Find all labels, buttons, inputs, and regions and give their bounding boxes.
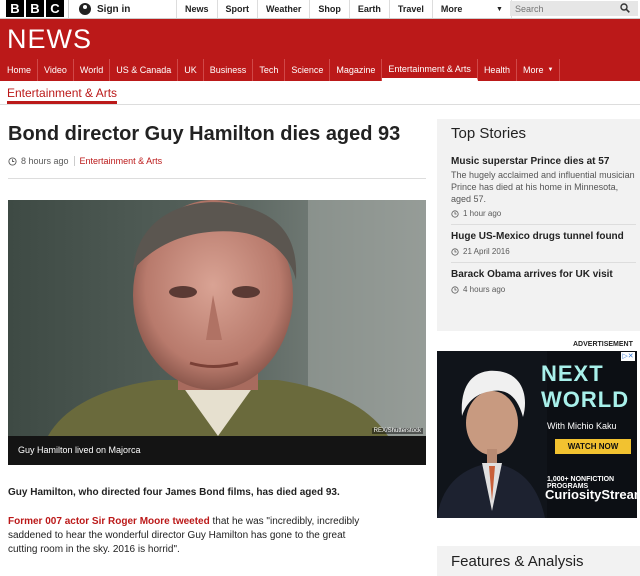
news-logo[interactable]: NEWS [7,24,92,55]
story-item[interactable]: Barack Obama arrives for UK visit 4 hour… [451,268,636,294]
ad-title-line2: WORLD [541,387,630,412]
topnav-sport[interactable]: Sport [216,0,258,18]
chevron-down-icon: ▼ [547,67,554,73]
main-nav: Home Video World US & Canada UK Business… [0,59,561,81]
features-analysis: Features & Analysis [437,546,640,576]
bbc-logo-letter: C [46,0,64,17]
article-section-link[interactable]: Entertainment & Arts [80,156,163,166]
top-stories: Top Stories Music superstar Prince dies … [437,119,640,331]
divider [0,104,640,105]
nav-magazine[interactable]: Magazine [330,59,383,81]
article-photo: REX/Shutterstock [8,200,426,436]
bbc-logo[interactable]: B B C [6,0,64,18]
nav-entertainment-arts[interactable]: Entertainment & Arts [382,59,478,81]
tweet-link[interactable]: Former 007 actor Sir Roger Moore tweeted [8,516,210,527]
bbc-logo-letter: B [6,0,24,17]
story-time-label: 1 hour ago [463,209,502,218]
news-header: NEWS Home Video World US & Canada UK Bus… [0,19,640,81]
top-bar: B B C Sign in News Sport Weather Shop Ea… [0,0,640,19]
ad-host: With Michio Kaku [547,421,617,431]
search-icon[interactable] [620,3,630,13]
article-headline: Bond director Guy Hamilton dies aged 93 [8,123,401,145]
chevron-down-icon: ▼ [495,5,503,13]
nav-home[interactable]: Home [0,59,39,81]
nav-tech[interactable]: Tech [253,59,286,81]
clock-icon [451,285,459,294]
story-time: 4 hours ago [451,285,636,294]
topnav-more[interactable]: More ▼ [431,0,512,18]
story-time-label: 21 April 2016 [463,247,510,256]
topnav-more-label: More [440,4,463,14]
divider [451,262,636,263]
story-item[interactable]: Music superstar Prince dies at 57 The hu… [451,155,636,218]
story-summary: The hugely acclaimed and influential mus… [451,170,635,204]
article-time: 8 hours ago [21,156,69,166]
divider [73,156,75,166]
divider [8,178,426,179]
nav-us-canada[interactable]: US & Canada [110,59,179,81]
topnav-travel[interactable]: Travel [388,0,432,18]
story-item[interactable]: Huge US-Mexico drugs tunnel found 21 Apr… [451,230,636,256]
nav-science[interactable]: Science [285,59,331,81]
nav-video[interactable]: Video [38,59,74,81]
nav-more-label: More [522,65,544,75]
sign-in-label: Sign in [97,3,131,15]
sign-in-link[interactable]: Sign in [68,0,130,18]
article-meta: 8 hours ago Entertainment & Arts [8,156,162,166]
clock-icon [451,247,459,256]
bbc-logo-letter: B [26,0,44,17]
story-time-label: 4 hours ago [463,285,506,294]
ad-choices-icon[interactable]: ▷✕ [621,352,635,361]
top-stories-heading: Top Stories [451,125,527,142]
photo-credit: REX/Shutterstock [371,428,423,434]
topnav-weather[interactable]: Weather [257,0,309,18]
ad-brand: CuriosityStream [545,487,637,502]
article-paragraph: Former 007 actor Sir Roger Moore tweeted… [8,515,368,557]
user-icon [79,3,91,15]
watch-now-button[interactable]: WATCH NOW [555,439,631,454]
topnav-news[interactable]: News [176,0,217,18]
top-nav: News Sport Weather Shop Earth Travel Mor… [176,0,512,18]
photo-caption: Guy Hamilton lived on Majorca [8,436,426,465]
portrait-image [8,200,426,436]
features-heading: Features & Analysis [451,553,584,570]
clock-icon [451,209,459,218]
story-title[interactable]: Music superstar Prince dies at 57 [451,155,636,168]
divider [451,224,636,225]
nav-business[interactable]: Business [204,59,254,81]
story-time: 1 hour ago [451,209,636,218]
ad-title-line1: NEXT [541,361,604,386]
nav-health[interactable]: Health [478,59,517,81]
nav-world[interactable]: World [74,59,111,81]
story-title[interactable]: Huge US-Mexico drugs tunnel found [451,230,636,243]
section-label[interactable]: Entertainment & Arts [7,86,118,104]
search-input[interactable] [510,1,638,16]
nav-more[interactable]: More ▼ [517,59,561,81]
topnav-shop[interactable]: Shop [309,0,349,18]
article-lead: Guy Hamilton, who directed four James Bo… [8,487,340,498]
advertisement[interactable]: ▷✕ NEXT WORLD With Michio Kaku WATCH NOW… [437,351,637,518]
ad-presenter-image [437,351,547,518]
story-title[interactable]: Barack Obama arrives for UK visit [451,268,636,281]
story-time: 21 April 2016 [451,247,636,256]
clock-icon [8,156,17,166]
advertisement-label: ADVERTISEMENT [573,341,633,348]
topnav-earth[interactable]: Earth [348,0,389,18]
nav-uk[interactable]: UK [178,59,204,81]
